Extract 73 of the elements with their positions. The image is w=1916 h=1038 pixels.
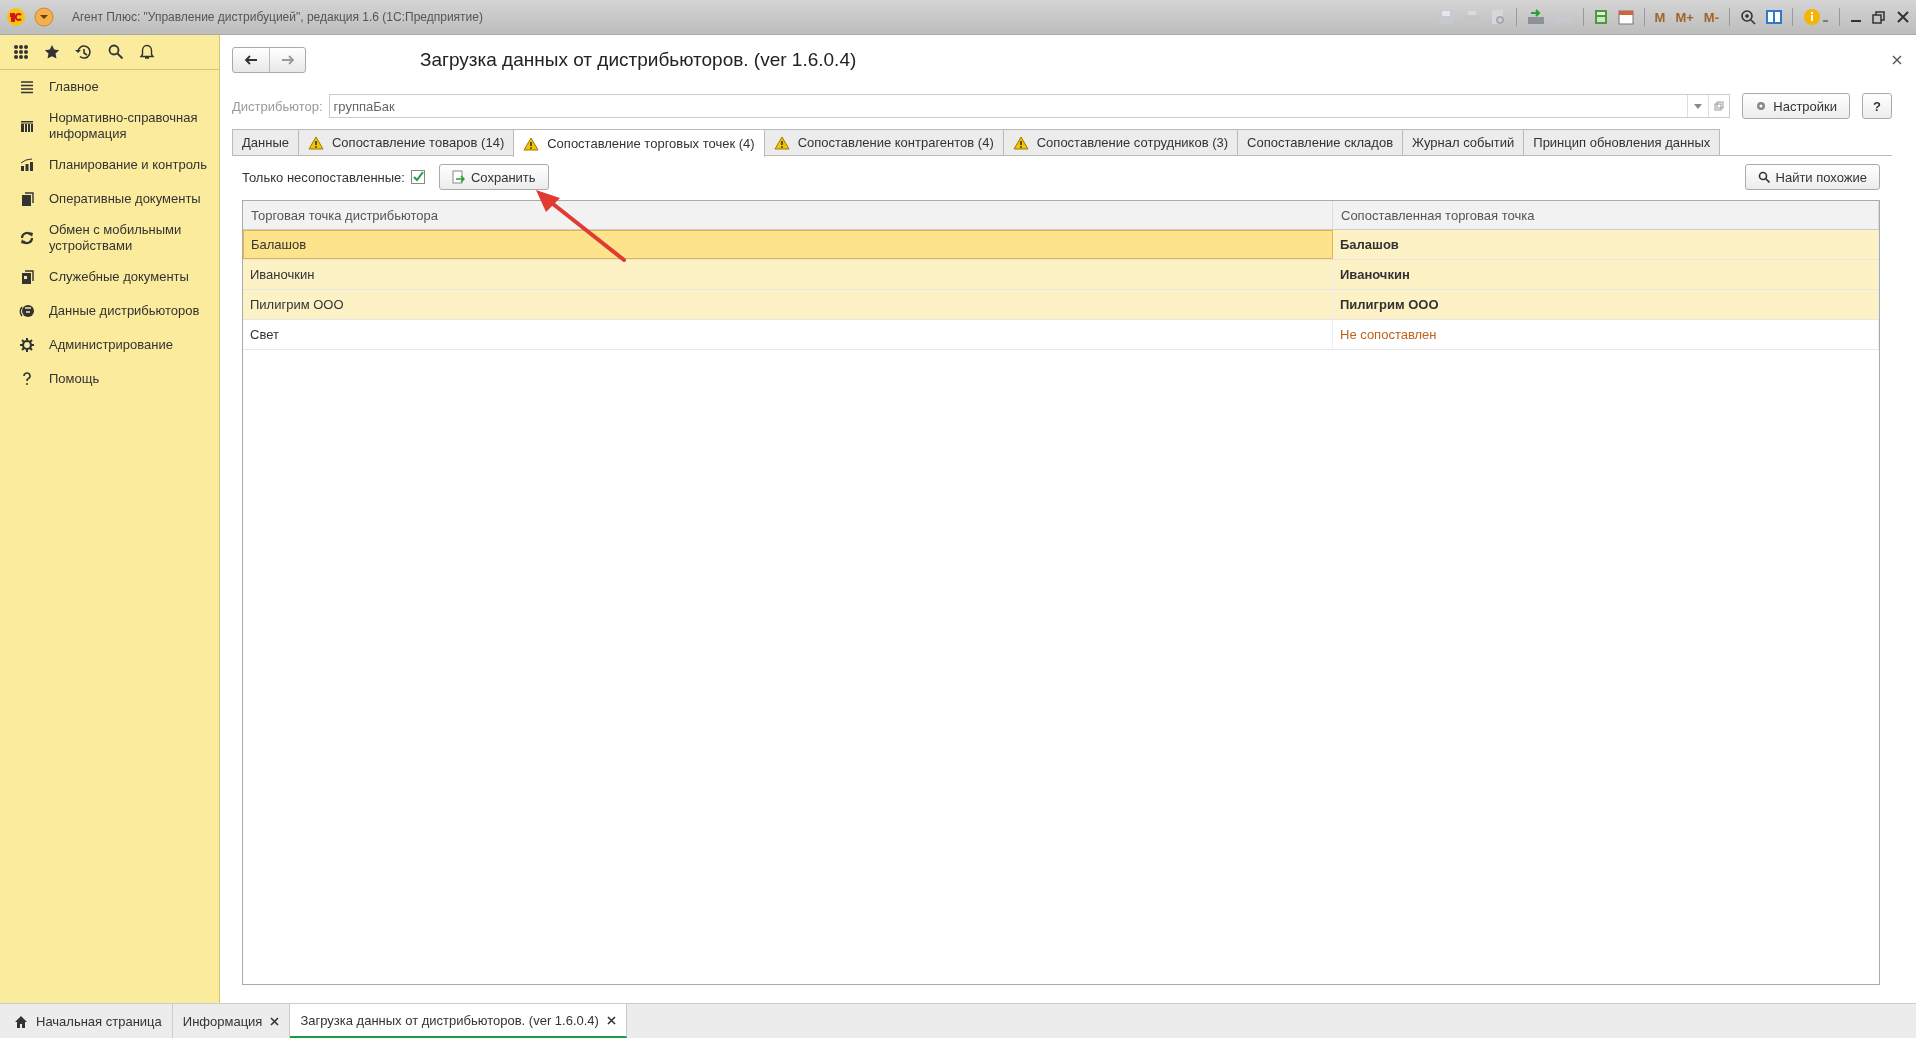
find-similar-button[interactable]: Найти похожие [1744, 164, 1880, 190]
close-icon[interactable] [270, 1016, 280, 1026]
search-icon [1757, 171, 1770, 183]
checkbox[interactable] [410, 170, 425, 184]
calculator-icon[interactable] [1593, 9, 1608, 25]
document-icon [451, 170, 465, 184]
sidebar-item[interactable]: Планирование и контроль [0, 148, 219, 182]
distributor-field[interactable]: группаБак [328, 94, 1731, 118]
sidebar-item[interactable]: Нормативно-справочная информация [0, 104, 219, 148]
settings-button[interactable]: Настройки [1742, 93, 1851, 119]
zoom-icon[interactable] [1740, 9, 1756, 25]
dropdown-icon[interactable] [34, 7, 54, 27]
warning-icon [773, 135, 790, 150]
table-cell[interactable]: Балашов [1333, 230, 1879, 259]
table-cell[interactable]: Пилигрим ООО [243, 290, 1333, 319]
table-cell[interactable]: Балашов [243, 230, 1333, 259]
tab[interactable]: Сопоставление товаров (14) [297, 129, 515, 155]
save-button[interactable]: Сохранить [438, 164, 549, 190]
close-icon[interactable] [1896, 10, 1910, 24]
documents-icon [19, 269, 35, 285]
info-icon[interactable] [1803, 8, 1829, 26]
warning-icon [307, 135, 324, 150]
history-icon[interactable] [75, 44, 93, 60]
table-cell[interactable]: Свет [243, 320, 1333, 349]
back-arrow-icon [244, 55, 258, 65]
sidebar-item[interactable]: Обмен с мобильными устройствами [0, 216, 219, 260]
apps-grid-icon[interactable] [13, 44, 29, 60]
tab[interactable]: Сопоставление складов [1237, 129, 1404, 155]
forward-arrow-icon [280, 55, 295, 65]
gear-icon [1755, 100, 1768, 112]
warning-icon [1012, 135, 1029, 150]
tab[interactable]: Сопоставление контрагентов (4) [763, 129, 1004, 155]
close-icon[interactable] [606, 1015, 616, 1025]
table-cell[interactable]: Не сопоставлен [1333, 320, 1879, 349]
column-header[interactable]: Сопоставленная торговая точка [1333, 201, 1879, 229]
restore-icon[interactable] [1872, 10, 1886, 24]
window-tab[interactable]: Начальная страница [4, 1004, 173, 1038]
bell-icon[interactable] [139, 44, 155, 60]
calendar-icon[interactable] [1617, 9, 1634, 25]
documents-icon [19, 191, 35, 207]
tab[interactable]: Сопоставление торговых точек (4) [513, 129, 765, 157]
list-icon [19, 79, 35, 95]
sidebar-item[interactable]: Служебные документы [0, 260, 219, 294]
field-label: Дистрибьютор: [232, 98, 323, 114]
sidebar-item[interactable]: Оперативные документы [0, 182, 219, 216]
bar-chart-icon [19, 157, 35, 173]
close-icon[interactable] [1892, 55, 1902, 65]
home-icon [14, 1014, 28, 1028]
search-icon[interactable] [108, 44, 124, 60]
sidebar-item[interactable]: Данные дистрибьюторов [0, 294, 219, 328]
sidebar-item[interactable]: Помощь [0, 362, 219, 396]
help-button[interactable]: ? [1862, 93, 1892, 119]
form-title: Загрузка данных от дистрибьюторов. (ver 1.6.0.4) [420, 49, 858, 71]
panels-icon[interactable] [1766, 9, 1782, 25]
table-cell[interactable]: Пилигрим ООО [1333, 290, 1879, 319]
dropdown-icon[interactable] [1694, 103, 1703, 109]
tab[interactable]: Сопоставление сотрудников (3) [1002, 129, 1239, 155]
tab[interactable]: Принцип обновления данных [1523, 129, 1721, 155]
filter-label: Только несопоставленные: [242, 169, 405, 185]
tab[interactable]: Журнал событий [1402, 129, 1525, 155]
sidebar-item[interactable]: Главное [0, 70, 219, 104]
logo-icon [6, 7, 26, 27]
star-icon[interactable] [44, 44, 60, 60]
table-cell[interactable]: Иваночкин [1333, 260, 1879, 289]
sidebar-item[interactable]: Администрирование [0, 328, 219, 362]
warning-icon [523, 136, 540, 151]
table-cell[interactable]: Иваночкин [243, 260, 1333, 289]
gear-icon [19, 337, 35, 353]
sync-icon [19, 230, 35, 246]
tab[interactable]: Данные [232, 129, 299, 155]
table-icon [19, 118, 35, 134]
window-title: Агент Плюс: "Управление дистрибуцией", редакция 1.6 (1С:Предприятие) [72, 10, 484, 24]
window-tab[interactable]: Загрузка данных от дистрибьюторов. (ver 1.6.0.4) [290, 1004, 627, 1038]
